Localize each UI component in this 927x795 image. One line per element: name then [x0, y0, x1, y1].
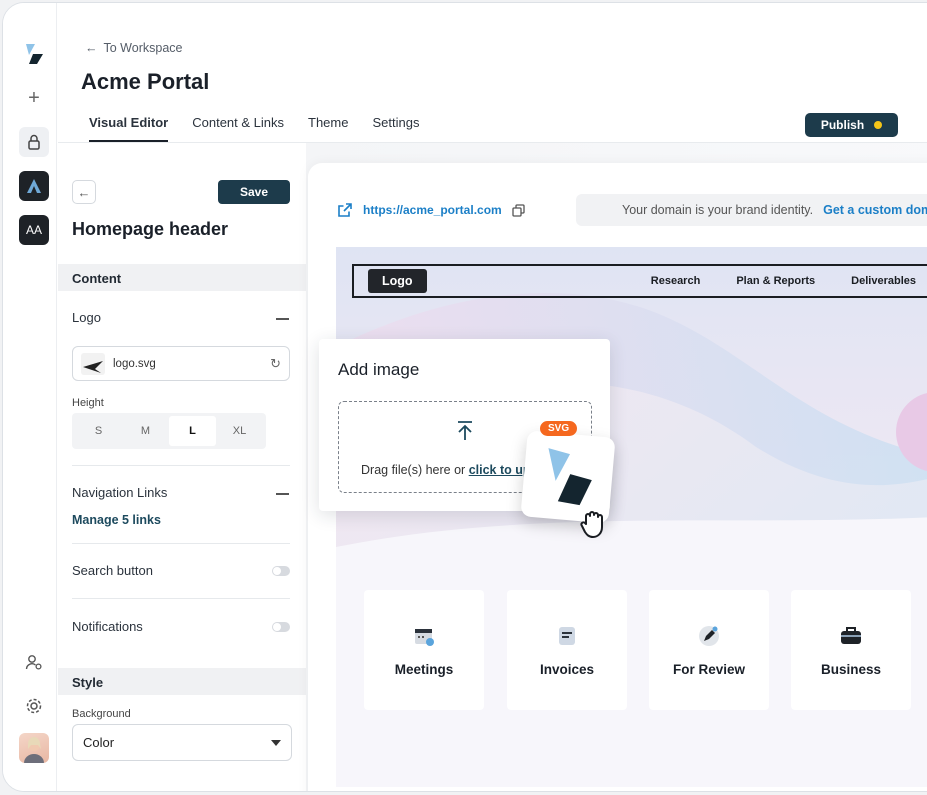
- site-nav-link-deliverables[interactable]: Deliverables: [851, 275, 916, 287]
- site-nav-links: Research Plan & Reports Deliverables: [651, 275, 916, 287]
- site-logo[interactable]: Logo: [368, 269, 427, 293]
- size-option-xl[interactable]: XL: [216, 416, 263, 446]
- site-nav-link-research[interactable]: Research: [651, 275, 701, 287]
- card-label: Invoices: [539, 661, 595, 677]
- divider: [72, 598, 290, 599]
- site-url-text: https://acme_portal.com: [363, 203, 502, 217]
- pen-icon: [697, 624, 721, 648]
- add-icon[interactable]: +: [19, 83, 49, 113]
- search-button-label: Search button: [72, 563, 153, 578]
- refresh-icon[interactable]: ↻: [270, 356, 281, 372]
- brand-logo-icon[interactable]: [19, 39, 49, 69]
- workspace-a-icon[interactable]: [19, 171, 49, 201]
- search-button-toggle[interactable]: [272, 566, 290, 576]
- domain-hint-text: Your domain is your brand identity.: [622, 203, 814, 217]
- background-select-value: Color: [83, 735, 115, 750]
- card-invoices[interactable]: Invoices: [507, 590, 627, 710]
- svg-logo-preview-icon: [548, 448, 592, 506]
- background-select[interactable]: Color: [72, 724, 292, 761]
- publish-label: Publish: [820, 118, 865, 132]
- collapse-logo-icon[interactable]: [276, 318, 289, 320]
- back-to-workspace-link[interactable]: ← To Workspace: [85, 41, 182, 55]
- card-for-review[interactable]: For Review: [649, 590, 769, 710]
- custom-domain-banner: Your domain is your brand identity. Get …: [576, 194, 927, 226]
- left-rail: + AA: [3, 3, 57, 791]
- style-section-header: Style: [58, 668, 306, 695]
- manage-links-link[interactable]: Manage 5 links: [72, 513, 161, 527]
- height-label: Height: [72, 397, 104, 409]
- save-button[interactable]: Save: [218, 180, 290, 204]
- logo-thumbnail: [81, 352, 105, 375]
- back-link-label: To Workspace: [103, 41, 183, 55]
- card-label: For Review: [672, 661, 746, 677]
- publish-button[interactable]: Publish: [805, 113, 898, 137]
- external-link-icon: [338, 203, 352, 217]
- logo-file-field[interactable]: logo.svg ↻: [72, 346, 290, 381]
- card-label: Meetings: [394, 661, 454, 677]
- card-meetings[interactable]: Meetings: [364, 590, 484, 710]
- content-section-header: Content: [58, 264, 306, 291]
- dialog-title: Add image: [338, 360, 420, 379]
- tab-settings[interactable]: Settings: [372, 115, 419, 142]
- chevron-down-icon: [271, 739, 281, 746]
- size-option-s[interactable]: S: [75, 416, 122, 446]
- navigation-links-label: Navigation Links: [72, 485, 168, 500]
- app-window: + AA ← To Workspace Acme Portal Visual E…: [2, 2, 927, 792]
- panel-back-button[interactable]: ←: [72, 180, 96, 204]
- file-type-badge: SVG: [540, 421, 578, 436]
- site-nav-link-plan-reports[interactable]: Plan & Reports: [736, 275, 815, 287]
- avatar[interactable]: [19, 733, 49, 763]
- grab-cursor-icon: [578, 506, 612, 547]
- workspace-aa-icon[interactable]: AA: [19, 215, 49, 245]
- site-navbar: Logo Research Plan & Reports Deliverable…: [352, 264, 927, 298]
- drop-text: Drag file(s) here or: [361, 463, 469, 477]
- invoice-icon: [555, 624, 579, 648]
- collapse-nav-links-icon[interactable]: [276, 493, 289, 495]
- card-label: Business: [820, 661, 882, 677]
- custom-domain-link[interactable]: Get a custom domain: [823, 203, 927, 217]
- height-size-selector: S M L XL: [72, 413, 266, 449]
- logo-file-name: logo.svg: [113, 357, 156, 370]
- card-business[interactable]: Business: [791, 590, 911, 710]
- site-preview: Logo Research Plan & Reports Deliverable…: [336, 247, 927, 787]
- tab-bar: Visual Editor Content & Links Theme Sett…: [89, 115, 419, 142]
- notifications-label: Notifications: [72, 619, 143, 634]
- lock-icon[interactable]: [19, 127, 49, 157]
- size-option-m[interactable]: M: [122, 416, 169, 446]
- briefcase-icon: [839, 624, 863, 648]
- tab-theme[interactable]: Theme: [308, 115, 348, 142]
- notifications-toggle[interactable]: [272, 622, 290, 632]
- panel-title: Homepage header: [72, 219, 229, 239]
- calendar-icon: [412, 624, 436, 648]
- arrow-left-icon: ←: [77, 184, 91, 200]
- size-option-l[interactable]: L: [169, 416, 216, 446]
- upload-arrow-icon: [458, 421, 472, 440]
- copy-icon[interactable]: [512, 203, 525, 217]
- arrow-left-icon: ←: [85, 41, 98, 55]
- page-title: Acme Portal: [81, 69, 210, 94]
- site-url[interactable]: https://acme_portal.com: [337, 202, 525, 218]
- tab-visual-editor[interactable]: Visual Editor: [89, 115, 169, 142]
- tab-content-links[interactable]: Content & Links: [192, 115, 284, 142]
- background-label: Background: [72, 708, 131, 720]
- status-dot: [874, 121, 883, 129]
- properties-panel: ← Save Homepage header Content Logo logo…: [58, 143, 306, 791]
- divider: [72, 543, 290, 544]
- gear-icon[interactable]: [19, 691, 49, 721]
- divider: [72, 465, 290, 466]
- logo-label: Logo: [72, 310, 101, 325]
- user-settings-icon[interactable]: [19, 647, 49, 677]
